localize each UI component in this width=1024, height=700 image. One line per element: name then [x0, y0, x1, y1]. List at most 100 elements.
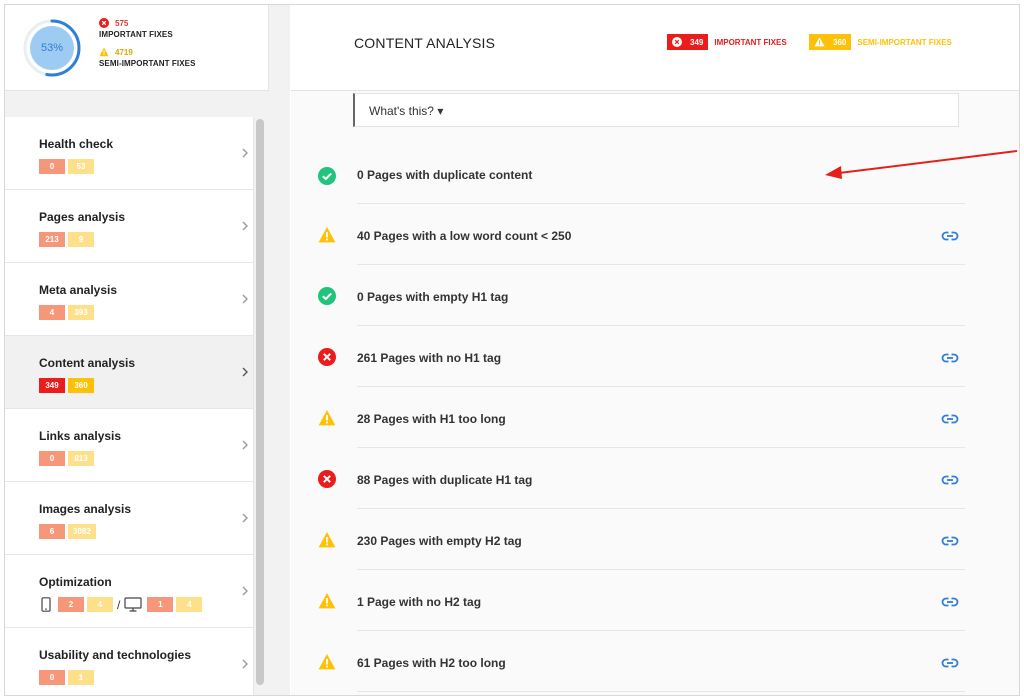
warning-icon [99, 47, 109, 57]
link-icon[interactable] [941, 228, 959, 244]
semi-important-badge: 53 [68, 159, 94, 174]
semi-important-badge: 813 [68, 451, 94, 466]
badge-group: 4 393 [39, 305, 97, 320]
semi-important-fixes-badge: 360 SEMI-IMPORTANT FIXES [809, 34, 952, 50]
device-separator: / [117, 597, 121, 612]
chevron-right-icon [242, 148, 248, 158]
check-text: 230 Pages with empty H2 tag [357, 534, 522, 548]
check-row: 28 Pages with H1 too long [291, 387, 1019, 448]
important-badge: 4 [39, 305, 65, 320]
sidebar-item-images-analysis[interactable]: Images analysis 6 3082 [5, 482, 254, 555]
important-badge: 0 [39, 159, 65, 174]
chevron-right-icon [242, 294, 248, 304]
whats-this-label: What's this? ▾ [369, 104, 444, 118]
semi-important-fixes-label: SEMI-IMPORTANT FIXES [857, 37, 952, 47]
check-text: 40 Pages with a low word count < 250 [357, 229, 572, 243]
desktop-important-badge: 1 [147, 597, 174, 612]
semi-count: 4719 [115, 47, 133, 57]
warning-icon [318, 593, 336, 609]
panel-header: CONTENT ANALYSIS 349 IMPORTANT FIXES 360… [291, 5, 1019, 91]
important-fixes-badge: 349 IMPORTANT FIXES [667, 34, 787, 50]
sidebar-item-label: Images analysis [39, 502, 132, 516]
check-row: 61 Pages with H2 too long [291, 631, 1019, 692]
link-icon[interactable] [941, 655, 959, 671]
badge-group: 2 4 / 1 4 [39, 597, 205, 612]
warning-icon [318, 654, 336, 670]
link-icon[interactable] [941, 472, 959, 488]
check-text: 0 Pages with duplicate content [357, 168, 533, 182]
sidebar-item-meta-analysis[interactable]: Meta analysis 4 393 [5, 263, 254, 336]
semi-summary: 4719 SEMI-IMPORTANT FIXES [99, 47, 196, 68]
sidebar-item-health-check[interactable]: Health check 0 53 [5, 117, 254, 190]
check-row: 261 Pages with no H1 tag [291, 326, 1019, 387]
check-row: 230 Pages with empty H2 tag [291, 509, 1019, 570]
badge-group: 213 9 [39, 232, 97, 247]
check-row: 1 Page with no H2 tag [291, 570, 1019, 631]
summary-card: 53% 575 IMPORTANT FIXES 4719 SEMI-IMPORT… [5, 5, 269, 91]
sidebar-item-label: Content analysis [39, 356, 136, 370]
check-row: 0 Pages with duplicate content [291, 143, 1019, 204]
chevron-right-icon [242, 659, 248, 669]
important-label: IMPORTANT FIXES [99, 30, 173, 39]
sidebar-item-pages-analysis[interactable]: Pages analysis 213 9 [5, 190, 254, 263]
sidebar-item-label: Pages analysis [39, 210, 126, 224]
important-badge: 0 [39, 451, 65, 466]
chevron-right-icon [242, 367, 248, 377]
sidebar-item-label: Links analysis [39, 429, 122, 443]
badge-group: 0 53 [39, 159, 97, 174]
whats-this-dropdown[interactable]: What's this? ▾ [353, 93, 959, 127]
sidebar-item-optimization[interactable]: Optimization 2 4 / 1 4 [5, 555, 254, 628]
desktop-semi-important-badge: 4 [176, 597, 203, 612]
important-badge: 349 [39, 378, 65, 393]
chevron-right-icon [242, 221, 248, 231]
warning-icon [814, 37, 825, 47]
sidebar-item-label: Optimization [39, 575, 112, 589]
error-icon [318, 348, 336, 366]
sidebar-scrollbar-thumb[interactable] [256, 119, 264, 685]
warning-icon [318, 410, 336, 426]
error-icon [99, 18, 109, 28]
chevron-right-icon [242, 586, 248, 596]
important-count: 575 [115, 18, 129, 28]
semi-important-badge: 393 [68, 305, 94, 320]
badge-group: 0 813 [39, 451, 97, 466]
check-circle-icon [318, 287, 336, 305]
check-row: 0 Pages with empty H1 tag [291, 265, 1019, 326]
left-column: 53% 575 IMPORTANT FIXES 4719 SEMI-IMPORT… [5, 5, 290, 695]
badge-group: 0 1 [39, 670, 97, 685]
important-summary: 575 IMPORTANT FIXES [99, 18, 173, 39]
chevron-right-icon [242, 440, 248, 450]
important-fixes-count: 349 [690, 37, 704, 47]
link-icon[interactable] [941, 350, 959, 366]
sidebar-nav: Health check 0 53 Pages analysis 213 9 M… [5, 117, 254, 695]
error-icon [672, 37, 682, 47]
link-icon[interactable] [941, 411, 959, 427]
mobile-icon [41, 597, 51, 612]
page-title: CONTENT ANALYSIS [354, 35, 496, 51]
mobile-important-badge: 2 [58, 597, 84, 612]
main-panel: CONTENT ANALYSIS 349 IMPORTANT FIXES 360… [291, 5, 1019, 695]
error-icon [318, 470, 336, 488]
important-badge: 213 [39, 232, 65, 247]
sidebar-item-label: Usability and technologies [39, 648, 192, 662]
check-text: 261 Pages with no H1 tag [357, 351, 502, 365]
sidebar-item-usability-and-technologies[interactable]: Usability and technologies 0 1 [5, 628, 254, 695]
important-badge: 6 [39, 524, 65, 539]
sidebar-item-content-analysis[interactable]: Content analysis 349 360 [5, 336, 254, 409]
important-badge: 0 [39, 670, 65, 685]
desktop-icon [124, 597, 142, 612]
warning-icon [318, 227, 336, 243]
semi-important-badge: 360 [68, 378, 94, 393]
link-icon[interactable] [941, 594, 959, 610]
semi-important-badge: 1 [68, 670, 94, 685]
check-text: 1 Page with no H2 tag [357, 595, 482, 609]
app-frame: 53% 575 IMPORTANT FIXES 4719 SEMI-IMPORT… [4, 4, 1020, 696]
sidebar-item-links-analysis[interactable]: Links analysis 0 813 [5, 409, 254, 482]
check-list: 0 Pages with duplicate content 40 Pages w… [291, 143, 1019, 692]
check-row: 88 Pages with duplicate H1 tag [291, 448, 1019, 509]
warning-icon [318, 532, 336, 548]
link-icon[interactable] [941, 533, 959, 549]
mobile-semi-important-badge: 4 [87, 597, 113, 612]
check-text: 0 Pages with empty H1 tag [357, 290, 509, 304]
badge-group: 349 360 [39, 378, 97, 393]
